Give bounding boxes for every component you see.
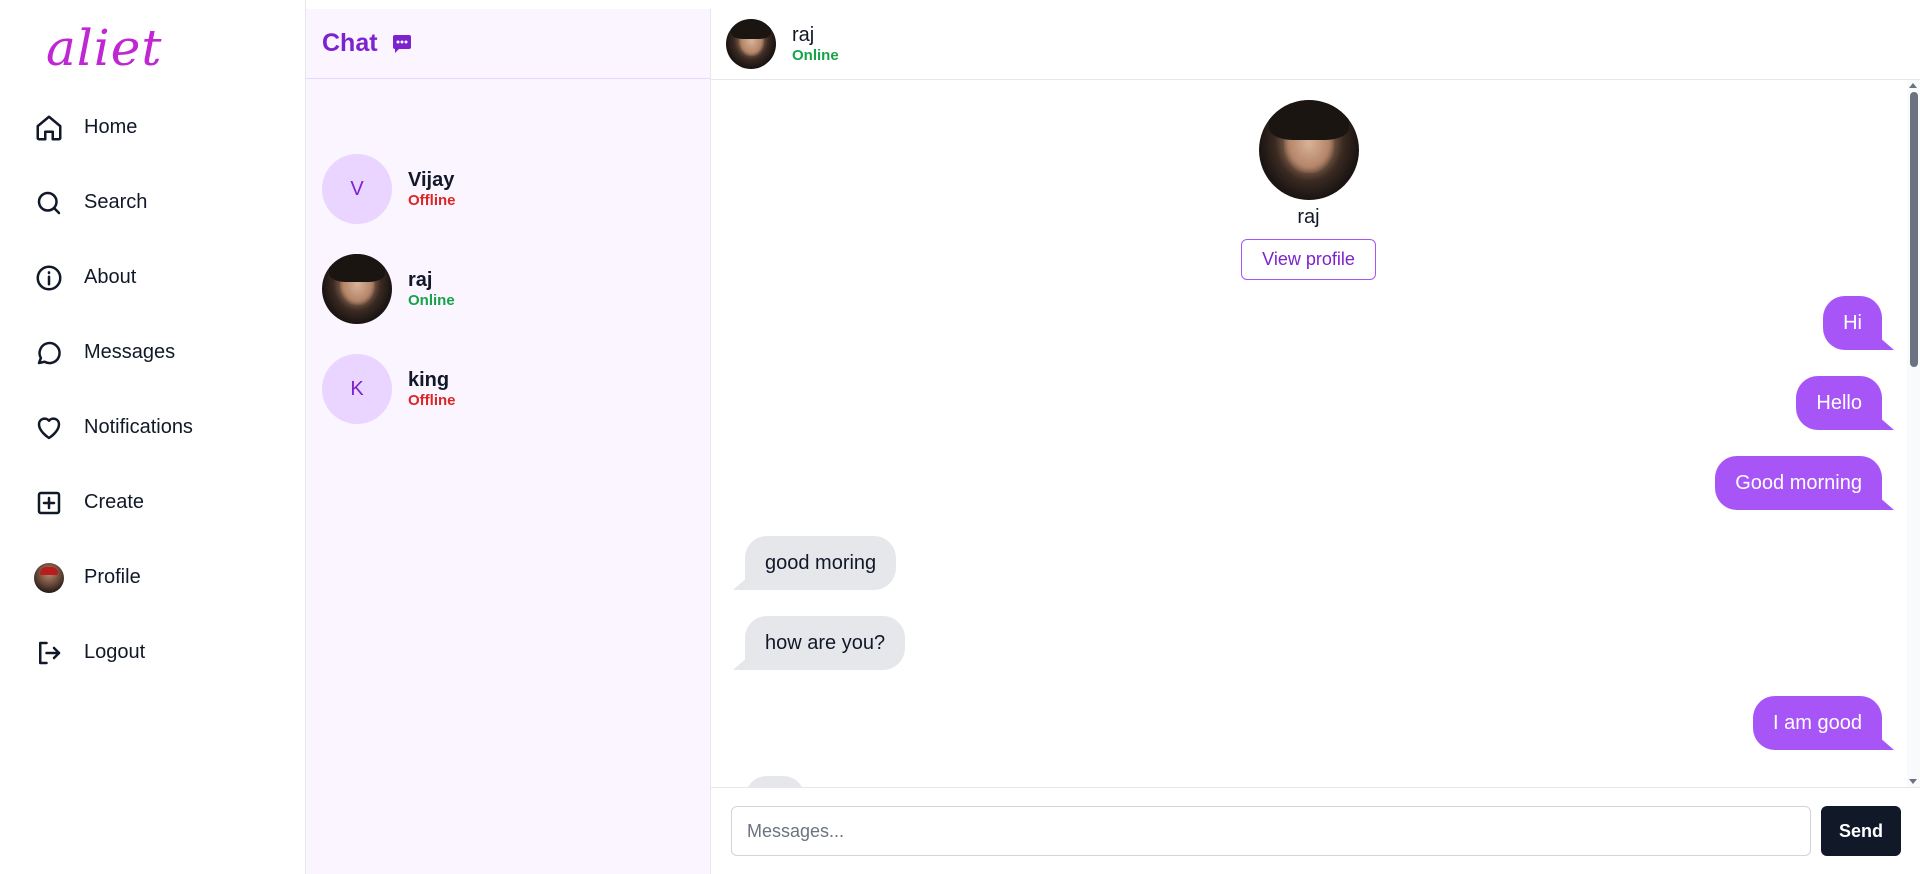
chat-bubble-icon xyxy=(390,32,414,56)
message-input[interactable] xyxy=(731,806,1811,856)
sidebar-item-create[interactable]: Create xyxy=(34,465,284,540)
chat-pane: raj Online raj View profile Hi Hello Goo… xyxy=(711,9,1920,874)
sidebar-item-label: Messages xyxy=(84,341,176,363)
scrollbar[interactable] xyxy=(1907,80,1920,787)
search-icon xyxy=(34,188,64,218)
send-button[interactable]: Send xyxy=(1821,806,1901,856)
chat-header: raj Online xyxy=(711,9,1920,80)
heart-icon xyxy=(34,413,64,443)
chat-list-panel: Chat V Vijay Offline raj Online K king O… xyxy=(306,9,711,874)
message-bubble-incoming: good moring xyxy=(732,536,897,590)
contact-item-vijay[interactable]: V Vijay Offline xyxy=(322,139,456,239)
contact-info: raj Online xyxy=(408,268,455,310)
contact-item-raj[interactable]: raj Online xyxy=(322,239,456,339)
home-icon xyxy=(34,113,64,143)
message-bubble-outgoing: Hello xyxy=(1796,376,1894,430)
avatar[interactable] xyxy=(726,19,776,69)
sidebar-item-label: Logout xyxy=(84,641,146,663)
sidebar-item-notifications[interactable]: Notifications xyxy=(34,390,284,465)
sidebar-item-logout[interactable]: Logout xyxy=(34,615,284,690)
contact-name: raj xyxy=(408,269,433,291)
avatar xyxy=(34,562,64,593)
avatar xyxy=(1258,100,1359,200)
profile-name: raj xyxy=(1297,206,1320,228)
scroll-up-arrow-icon[interactable] xyxy=(1909,83,1917,88)
message-bubble-outgoing: Good morning xyxy=(1715,456,1894,510)
contact-info: king Offline xyxy=(408,368,456,410)
app-root: aliet Home Search About Messages Notific… xyxy=(0,0,1920,874)
chat-list-title: Chat xyxy=(322,29,378,57)
message-circle-icon xyxy=(34,338,64,368)
sidebar-item-label: Create xyxy=(84,491,145,513)
message-bubble-incoming: how are you? xyxy=(732,616,906,670)
contact-info: Vijay Offline xyxy=(408,168,456,210)
contact-name: king xyxy=(408,369,450,391)
view-profile-button[interactable]: View profile xyxy=(1241,239,1376,280)
chat-profile-card: raj View profile xyxy=(711,100,1906,280)
contact-item-king[interactable]: K king Offline xyxy=(322,339,456,439)
sidebar-item-label: Search xyxy=(84,191,148,213)
sidebar-item-messages[interactable]: Messages xyxy=(34,315,284,390)
scrollbar-thumb[interactable] xyxy=(1910,92,1918,367)
info-icon xyxy=(34,263,64,293)
status-badge: Offline xyxy=(408,392,456,409)
avatar: V xyxy=(322,154,392,224)
sidebar-item-search[interactable]: Search xyxy=(34,165,284,240)
sidebar-item-label: Profile xyxy=(84,566,141,588)
logout-icon xyxy=(34,638,64,668)
profile-avatar-icon xyxy=(34,562,64,593)
message-bubble-incoming xyxy=(745,776,805,787)
contact-name: Vijay xyxy=(408,169,455,191)
sidebar-item-profile[interactable]: Profile xyxy=(34,540,284,615)
message-composer: Send xyxy=(711,787,1920,874)
sidebar-item-home[interactable]: Home xyxy=(34,90,284,165)
sidebar-item-label: About xyxy=(84,266,137,288)
sidebar-nav: Home Search About Messages Notifications… xyxy=(34,90,284,690)
chat-list-header: Chat xyxy=(306,9,710,79)
message-list[interactable]: raj View profile Hi Hello Good morning g… xyxy=(711,80,1920,787)
sidebar-item-about[interactable]: About xyxy=(34,240,284,315)
avatar xyxy=(322,254,392,324)
plus-square-icon xyxy=(34,488,64,518)
scroll-down-arrow-icon[interactable] xyxy=(1909,779,1917,784)
logo[interactable]: aliet xyxy=(46,18,162,78)
chat-header-name: raj xyxy=(792,24,815,46)
avatar: K xyxy=(322,354,392,424)
message-bubble-outgoing: Hi xyxy=(1823,296,1894,350)
chat-header-info: raj Online xyxy=(792,23,839,65)
message-bubble-outgoing: I am good xyxy=(1753,696,1894,750)
sidebar-item-label: Home xyxy=(84,116,138,138)
status-badge: Online xyxy=(792,47,839,64)
sidebar-item-label: Notifications xyxy=(84,416,193,438)
status-badge: Online xyxy=(408,292,455,309)
contact-list: V Vijay Offline raj Online K king Offlin… xyxy=(322,139,456,439)
status-badge: Offline xyxy=(408,192,456,209)
sidebar: aliet Home Search About Messages Notific… xyxy=(0,0,306,874)
